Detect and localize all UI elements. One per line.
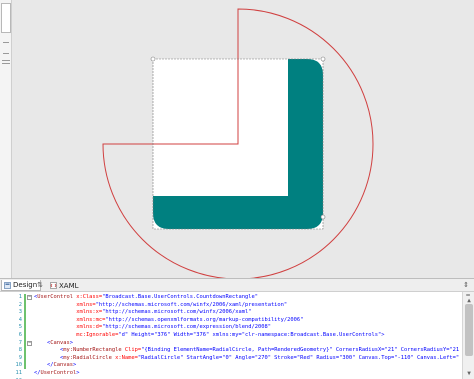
code-bracket-close: > [72, 362, 77, 369]
view-tab-bar: Design ⇅ XAML ⇕ [0, 278, 474, 291]
line-number: 6 [18, 331, 22, 338]
line-number: 2 [18, 301, 22, 308]
line-number: 3 [18, 309, 22, 316]
line-number: 8 [18, 347, 22, 354]
code-value: "RadialCircle" StartAngle="0" Angle="270… [137, 354, 460, 361]
line-number: 1 [18, 294, 22, 300]
xaml-editor[interactable]: 123456789101112 − − <UserControl x:Class… [0, 291, 474, 379]
code-bracket-close: > [76, 369, 80, 376]
code-attribute: xmlns:mc= [76, 316, 106, 323]
code-tag: my:RadialCircle [63, 354, 112, 361]
swap-panes-icon[interactable]: ⇅ [36, 281, 44, 289]
expand-pane-icon[interactable]: ⇕ [462, 281, 470, 289]
code-line[interactable]: xmlns:mc="http://schemas.openxmlformats.… [34, 317, 460, 325]
code-line[interactable]: mc:Ignorable="d" Height="376" Width="376… [34, 332, 460, 340]
code-value: "{Binding ElementName=RadialCircle, Path… [141, 347, 460, 354]
scrollbar-thumb[interactable] [465, 304, 473, 356]
line-number: 9 [18, 354, 22, 361]
design-surface[interactable] [0, 0, 474, 278]
collapse-canvas-icon[interactable]: − [27, 341, 32, 346]
code-value: "Broadcast.Base.UserControls.CountdownRe… [102, 294, 258, 300]
code-value: "http://schemas.microsoft.com/winfx/2006… [102, 309, 252, 316]
code-tag: my:NumberRectangle [63, 347, 122, 354]
code-value: "http://schemas.microsoft.com/expression… [102, 324, 271, 331]
resize-handle-top-right[interactable] [320, 56, 326, 62]
code-attribute: Clip= [121, 347, 142, 354]
code-line[interactable]: <Canvas> [34, 340, 460, 348]
code-line[interactable]: xmlns="http://schemas.microsoft.com/winf… [34, 302, 460, 310]
code-line[interactable]: </Canvas> [34, 362, 460, 370]
collapse-usercontrol-icon[interactable]: − [27, 295, 32, 300]
code-tag: UserControl [40, 369, 77, 376]
code-tag: UserControl [37, 294, 73, 300]
code-bracket-close: > [381, 331, 385, 338]
code-line[interactable]: <UserControl x:Class="Broadcast.Base.Use… [34, 294, 460, 302]
line-number: 10 [15, 362, 23, 369]
code-line[interactable]: </UserControl> [34, 370, 460, 378]
code-attribute: x:Name= [111, 354, 138, 361]
code-tag: Canvas [53, 362, 73, 369]
line-number: 4 [18, 316, 22, 323]
design-canvas [102, 8, 374, 278]
scroll-down-arrow-icon[interactable]: ▼ [465, 370, 473, 377]
editor-vertical-scrollbar[interactable]: ═ ▲ ▼ [462, 292, 474, 379]
code-line[interactable]: xmlns:x="http://schemas.microsoft.com/wi… [34, 309, 460, 317]
line-number: 5 [18, 324, 22, 331]
code-value: "d" Height="376" Width="376" xmlns:my="c… [118, 331, 382, 338]
code-attribute: x:Class= [72, 294, 103, 300]
radial-circle-arc[interactable] [102, 8, 374, 278]
xaml-view-icon [50, 282, 57, 289]
code-attribute: xmlns= [76, 301, 96, 308]
code-value: "http://schemas.openxmlformats.org/marku… [105, 316, 304, 323]
tab-xaml[interactable]: XAML [48, 280, 82, 291]
line-number-gutter: 123456789101112 [0, 294, 23, 379]
corner-radius-handle[interactable] [320, 214, 326, 220]
code-text[interactable]: <UserControl x:Class="Broadcast.Base.Use… [34, 294, 460, 379]
scroll-up-arrow-icon[interactable]: ▲ [465, 297, 473, 304]
tab-design-label: Design [13, 281, 38, 289]
code-attribute: mc:Ignorable= [76, 331, 119, 338]
resize-handle-top-left[interactable] [150, 56, 156, 62]
tab-xaml-label: XAML [59, 281, 79, 290]
line-number: 7 [18, 339, 22, 346]
code-tag: Canvas [50, 339, 70, 346]
code-value: "http://schemas.microsoft.com/winfx/2006… [95, 301, 288, 308]
code-attribute: xmlns:x= [76, 309, 103, 316]
code-line[interactable]: <my:NumberRectangle Clip="{Binding Eleme… [34, 347, 460, 355]
change-tracking-bar [24, 294, 26, 369]
code-attribute: xmlns:d= [76, 324, 103, 331]
code-line[interactable]: xmlns:d="http://schemas.microsoft.com/ex… [34, 324, 460, 332]
code-bracket-close: > [69, 339, 73, 346]
design-view-icon [4, 281, 11, 289]
line-number: 11 [15, 369, 23, 376]
code-line[interactable]: <my:RadialCircle x:Name="RadialCircle" S… [34, 355, 460, 363]
